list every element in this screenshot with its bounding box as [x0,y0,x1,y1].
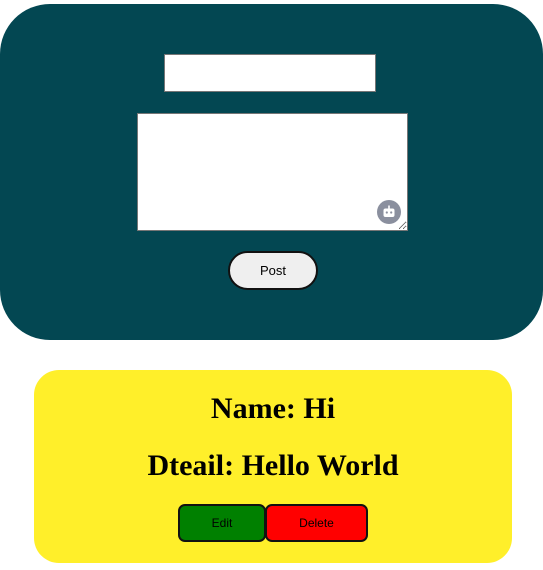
detail-textarea[interactable] [137,113,408,231]
post-form-panel: Post [0,4,543,340]
delete-button[interactable]: Delete [265,504,368,542]
card-name-heading: Name: Hi [210,392,336,425]
robot-icon[interactable] [377,200,401,224]
card-detail-heading: Dteail: Hello World [147,449,399,482]
post-card: Name: Hi Dteail: Hello World Edit Delete [34,370,512,563]
edit-button[interactable]: Edit [178,504,266,542]
name-input[interactable] [164,54,376,92]
post-button[interactable]: Post [228,251,318,290]
